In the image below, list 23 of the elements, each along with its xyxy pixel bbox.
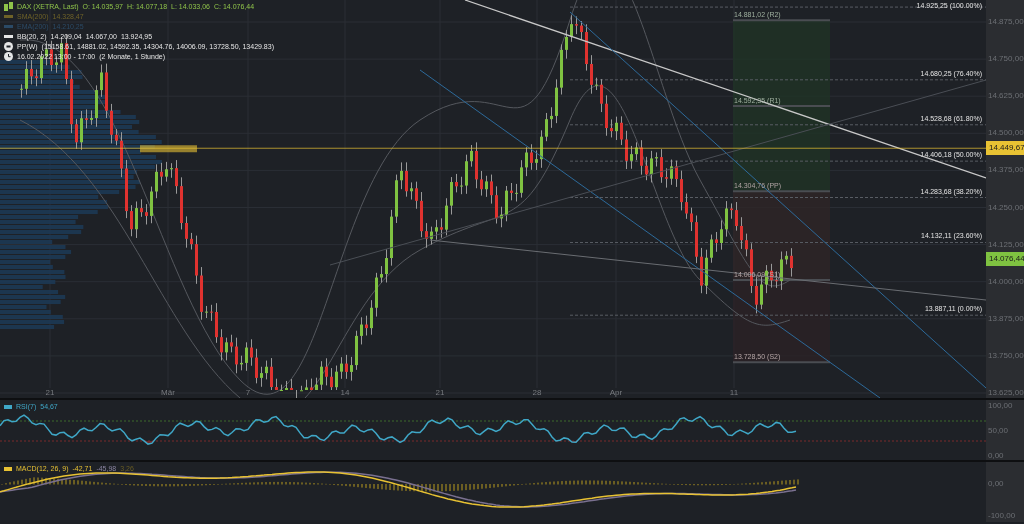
axis-label: 14.250,00	[988, 201, 1024, 214]
volume-peak-marker	[140, 145, 197, 153]
axis-label: 14.000,00	[988, 275, 1024, 288]
date-label: 21	[45, 388, 55, 397]
axis-label: 14.500,00	[988, 127, 1024, 140]
axis-label: 14.625,00	[988, 90, 1024, 103]
date-label: 28	[532, 388, 542, 397]
price-marker: 14.449,67	[986, 141, 1024, 156]
axis-label: 13.625,00	[988, 387, 1024, 399]
axis-label: 14.375,00	[988, 164, 1024, 177]
axis-label: 100,00	[988, 400, 1013, 412]
axis-label: 14.125,00	[988, 238, 1024, 251]
date-label: Mär	[161, 388, 175, 397]
date-label: Apr	[609, 388, 623, 397]
axis-label: 14.875,00	[988, 16, 1024, 28]
date-label: 7	[245, 388, 251, 397]
date-label: 14	[340, 388, 350, 397]
price-marker: 14.076,44	[986, 252, 1024, 266]
axis-label: 13.875,00	[988, 312, 1024, 325]
axis-label: 14.750,00	[988, 53, 1024, 66]
date-label: 11	[729, 388, 739, 397]
date-label: 21	[435, 388, 445, 397]
axis-label: 13.750,00	[988, 349, 1024, 362]
